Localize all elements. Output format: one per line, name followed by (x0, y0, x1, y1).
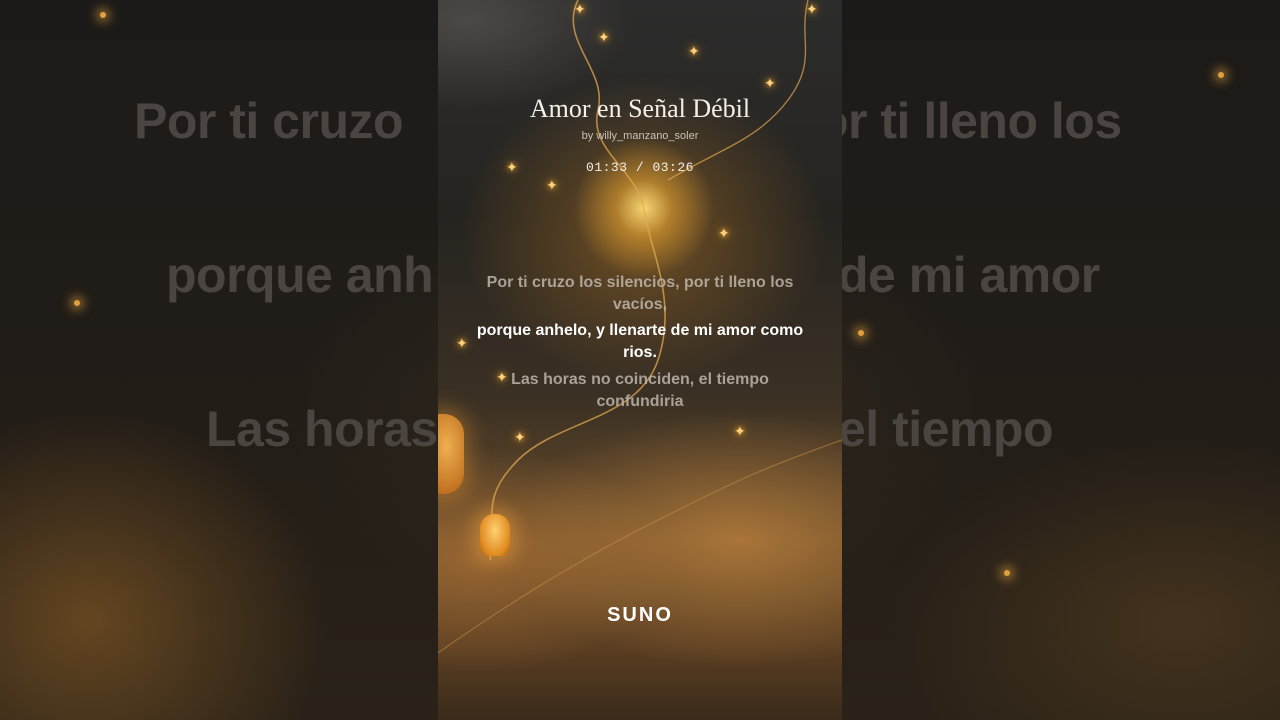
lyric-previous-line: Por ti cruzo los silencios, por ti lleno… (486, 274, 794, 313)
lantern-icon (480, 514, 510, 556)
sparkle-icon: ✦ (734, 423, 746, 439)
sparkle-icon: ✦ (546, 177, 558, 193)
sparkle-icon: ✦ (806, 1, 818, 17)
song-title: Amor en Señal Débil (529, 94, 751, 123)
sparkle-icon (858, 330, 864, 336)
sparkle-icon (100, 12, 106, 18)
sparkle-icon: ✦ (456, 335, 468, 351)
playback-time: 01:33 / 03:26 (586, 160, 694, 175)
sparkle-icon: ✦ (764, 75, 776, 91)
background-lyric-left: Por ti cruzo (134, 93, 404, 149)
sparkle-icon: ✦ (574, 1, 586, 17)
sparkle-icon (74, 300, 80, 306)
background-lyric-left: Las horas (206, 401, 438, 457)
song-author: by willy_manzano_soler (581, 130, 699, 142)
sparkle-icon: ✦ (514, 429, 526, 445)
lyric-current-line: porque anhelo, y llenarte de mi amor com… (476, 322, 804, 361)
lantern-icon (438, 414, 464, 494)
suno-logo: SUNO (607, 604, 673, 626)
song-card: ✦ ✦ ✦ ✦ ✦ ✦ ✦ ✦ ✦ ✦ ✦ ✦ Amor en Señal Dé… (438, 0, 842, 720)
sparkle-icon: ✦ (718, 225, 730, 241)
sparkle-icon (1218, 72, 1224, 78)
background-lyric-left: porque anh (166, 247, 434, 303)
sparkle-icon: ✦ (688, 43, 700, 59)
background-lyric-right: or ti lleno los (818, 93, 1122, 149)
sparkle-icon: ✦ (598, 29, 610, 45)
background-lyric-right: el tiempo (838, 401, 1053, 457)
lyric-next-line: Las horas no coinciden, el tiempo confun… (511, 371, 769, 410)
background-lyric-right: de mi amor (838, 247, 1100, 303)
sparkle-icon (1004, 570, 1010, 576)
